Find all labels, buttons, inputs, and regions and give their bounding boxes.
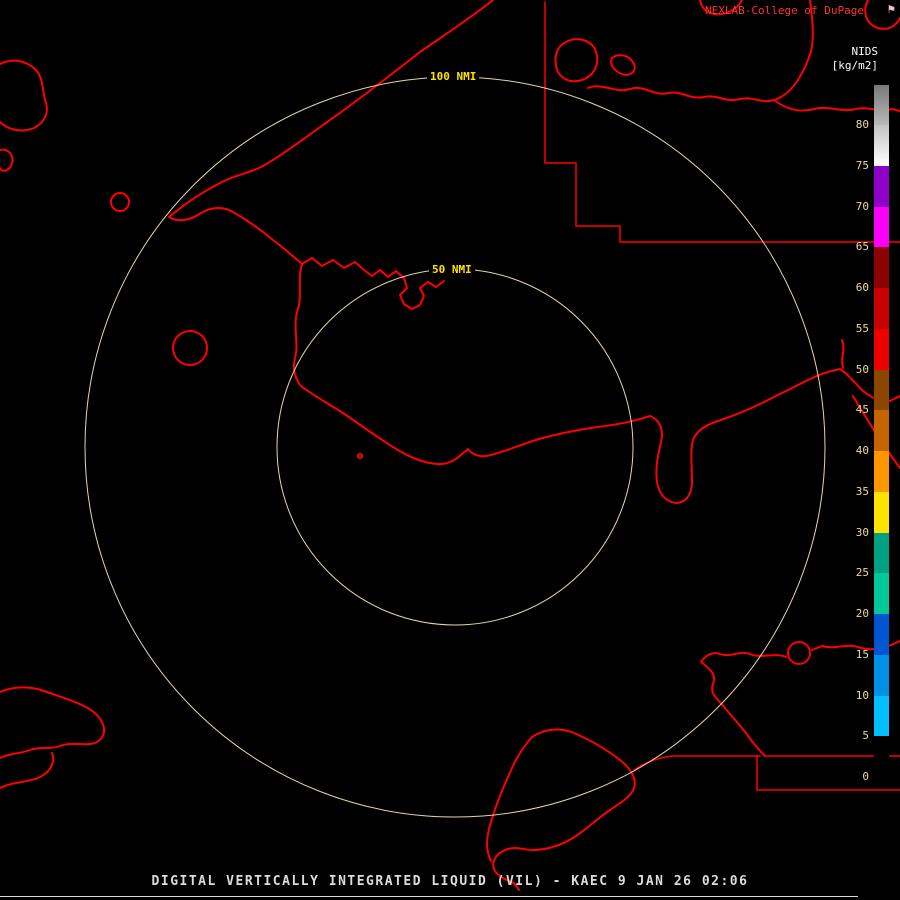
colorbar-segment-55-50 xyxy=(874,328,889,370)
coastline-northwest xyxy=(168,0,494,265)
south-landmass xyxy=(492,728,636,891)
island-blob-northeast xyxy=(554,38,599,83)
south-boundary-connector xyxy=(633,755,761,771)
range-ring-100-label: 100 NMI xyxy=(427,70,480,83)
island-circle-southeast xyxy=(787,641,811,665)
colorbar-units: [kg/m2] xyxy=(831,59,878,72)
range-ring-50-label: 50 NMI xyxy=(429,263,475,276)
colorbar-segment-15-10 xyxy=(874,654,889,696)
south-landmass-west-shore xyxy=(486,736,533,862)
colorbar-segment-30-25 xyxy=(874,532,889,574)
colorbar-segment-75-70 xyxy=(874,165,889,207)
vil-color-scale xyxy=(874,85,889,785)
river-stub xyxy=(841,339,845,369)
range-ring-50nmi xyxy=(276,268,634,626)
map-outlines xyxy=(0,0,900,891)
harbor-hook xyxy=(649,368,841,504)
colorbar-segment-80-75 xyxy=(874,125,889,166)
colorbar-segment-50-45 xyxy=(874,369,889,411)
radar-display: 50 NMI 100 NMI NEXLAB-College of DuPage … xyxy=(0,0,900,900)
site-header: NEXLAB-College of DuPage xyxy=(705,4,864,17)
radar-map xyxy=(0,0,900,891)
colorbar-segment-top xyxy=(874,85,889,125)
product-caption: DIGITAL VERTICALLY INTEGRATED LIQUID (VI… xyxy=(151,874,749,889)
islet-dot xyxy=(357,453,363,459)
southwest-peninsula xyxy=(0,686,106,759)
colorbar-segment-25-20 xyxy=(874,573,889,614)
colorbar-segment-35-30 xyxy=(874,491,889,533)
west-small-shape xyxy=(0,148,14,172)
island-small-northeast xyxy=(610,54,636,76)
colorbar-segment-70-65 xyxy=(874,206,889,248)
bay-coastline xyxy=(292,263,651,466)
island-circle-west-small xyxy=(110,192,130,212)
southwest-peninsula-lower xyxy=(0,752,55,789)
colorbar-segment-65-60 xyxy=(874,247,889,288)
colorbar-segment-20-15 xyxy=(874,614,889,655)
colorbar-segment-45-40 xyxy=(874,410,889,451)
colorbar-segment-40-35 xyxy=(874,451,889,492)
range-ring-100nmi xyxy=(84,76,826,818)
state-boundary-northeast xyxy=(544,1,900,243)
west-blob xyxy=(0,59,48,132)
colorbar-title: NIDS xyxy=(851,45,879,58)
coastline-jagged-mid xyxy=(301,257,445,310)
island-circle-west xyxy=(172,330,208,366)
bottom-divider xyxy=(0,896,858,897)
colorbar-segment-10-5 xyxy=(874,695,889,737)
east-coastline xyxy=(839,368,900,403)
colorbar-segment-5-0 xyxy=(874,736,889,785)
colorbar-segment-60-55 xyxy=(874,288,889,329)
coastline-southeast-inner xyxy=(700,651,787,757)
flag-icon: ⚑ xyxy=(887,2,895,16)
